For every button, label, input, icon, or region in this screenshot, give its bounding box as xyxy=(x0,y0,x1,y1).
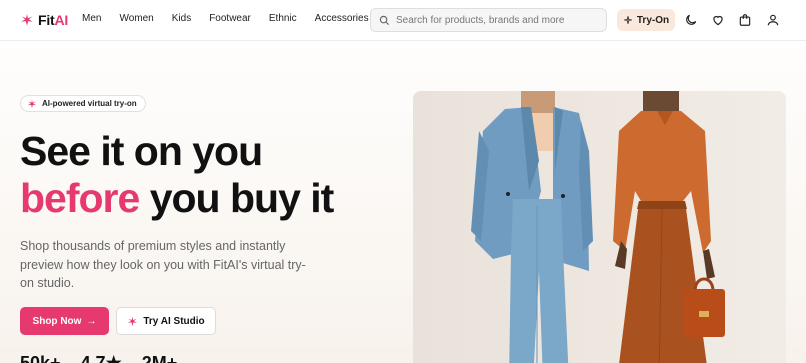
arrow-right-icon: → xyxy=(86,315,97,327)
try-ai-studio-button[interactable]: Try AI Studio xyxy=(116,307,216,335)
headline-rest: you buy it xyxy=(139,175,335,221)
nav-link-men[interactable]: Men xyxy=(82,13,101,24)
brand-logo[interactable]: FitAI xyxy=(20,11,68,29)
sparkle-icon xyxy=(128,316,138,326)
hero-description: Shop thousands of premium styles and ins… xyxy=(20,239,306,290)
nav-link-kids[interactable]: Kids xyxy=(172,13,191,24)
brand-name: FitAI xyxy=(38,12,68,28)
search-input[interactable] xyxy=(396,14,596,26)
nav-link-women[interactable]: Women xyxy=(119,13,153,24)
bag-icon[interactable] xyxy=(738,13,752,27)
stat-value: 4.7★ xyxy=(80,353,122,363)
sparkle-icon xyxy=(21,14,33,26)
brand-name-part1: Fit xyxy=(38,12,55,28)
heart-icon[interactable] xyxy=(711,13,725,27)
headline-highlight: before xyxy=(20,175,140,221)
sparkle-icon xyxy=(624,16,632,24)
tryon-label: Try-On xyxy=(636,14,670,26)
stat-value: 50k+ xyxy=(20,353,61,363)
hero-badge: AI-powered virtual try-on xyxy=(20,95,146,112)
user-icon[interactable] xyxy=(766,13,780,27)
nav-link-ethnic[interactable]: Ethnic xyxy=(269,13,297,24)
search-icon xyxy=(379,15,390,25)
shop-now-button[interactable]: Shop Now → xyxy=(20,307,109,335)
sparkle-icon xyxy=(27,99,37,108)
shop-now-label: Shop Now xyxy=(32,315,82,327)
fashion-models-illustration xyxy=(413,91,786,363)
nav-link-footwear[interactable]: Footwear xyxy=(209,13,251,24)
hero-headline-line1: See it on you xyxy=(20,128,263,174)
top-navbar: FitAI Men Women Kids Footwear Ethnic Acc… xyxy=(0,0,806,41)
main-nav: Men Women Kids Footwear Ethnic Accessori… xyxy=(82,13,387,24)
nav-link-accessories[interactable]: Accessories xyxy=(315,13,369,24)
brand-name-part2: AI xyxy=(54,12,69,28)
tryon-button[interactable]: Try-On xyxy=(617,9,675,31)
hero-stats: 50k+ 4.7★ 2M+ xyxy=(20,353,197,363)
search-bar[interactable] xyxy=(370,8,607,32)
hero-badge-label: AI-powered virtual try-on xyxy=(42,99,137,108)
hero-image xyxy=(413,91,786,363)
try-ai-studio-label: Try AI Studio xyxy=(143,315,205,327)
stat-value: 2M+ xyxy=(141,353,178,363)
moon-icon[interactable] xyxy=(684,13,698,27)
hero-headline-line2: before you buy it xyxy=(20,175,335,221)
